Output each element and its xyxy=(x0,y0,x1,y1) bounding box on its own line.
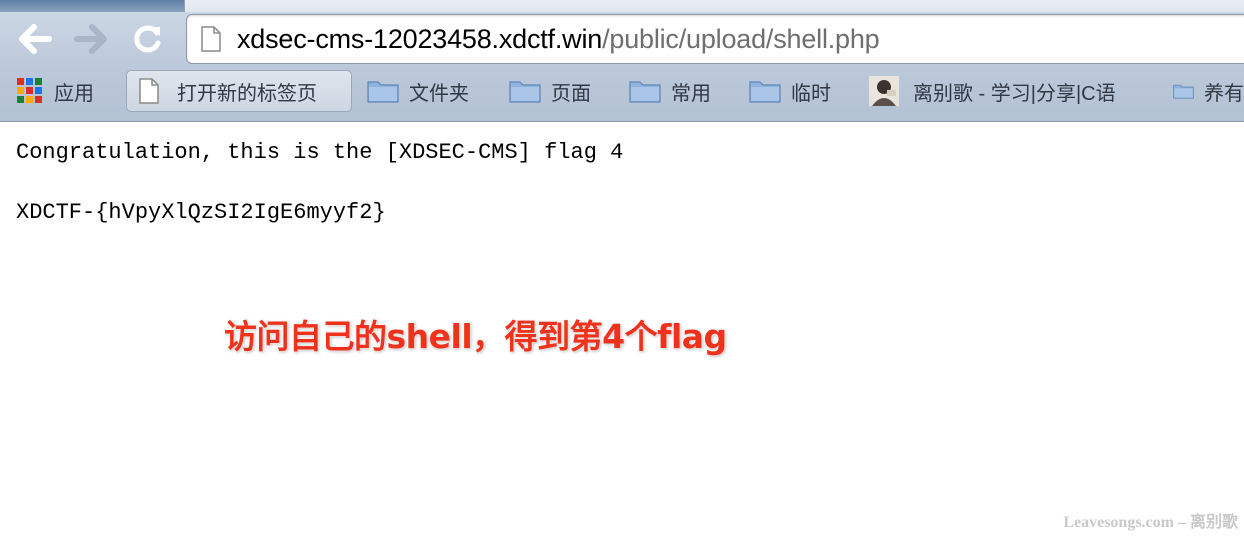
folder-icon xyxy=(749,81,781,103)
folder-icon xyxy=(1173,84,1194,99)
forward-button[interactable] xyxy=(72,20,110,58)
reload-button[interactable] xyxy=(129,20,167,58)
bookmark-site-leavesongs[interactable]: 离别歌 - 学习|分享|C语 xyxy=(869,70,1141,112)
url-host: xdsec-cms-12023458.xdctf.win xyxy=(237,24,603,54)
bookmark-label: 应用 xyxy=(54,82,94,105)
page-icon xyxy=(139,78,159,104)
page-icon xyxy=(201,26,221,52)
bookmarks-bar: 应用 打开新的标签页 文件夹 页面 常用 临时 离别歌 - 学习|分享|C语 养… xyxy=(0,68,1244,116)
bookmark-label: 打开新的标签页 xyxy=(177,82,317,105)
annotation-text: 访问自己的shell，得到第4个flag xyxy=(224,317,727,356)
back-button[interactable] xyxy=(16,20,54,58)
url-text[interactable]: xdsec-cms-12023458.xdctf.win/public/uplo… xyxy=(237,22,880,56)
bookmark-label: 文件夹 xyxy=(409,82,469,105)
site-favicon xyxy=(869,76,899,106)
forward-arrow-icon xyxy=(74,24,107,54)
watermark: Leavesongs.com – 离别歌 xyxy=(1063,514,1238,531)
bookmark-folder-files[interactable]: 文件夹 xyxy=(367,70,469,112)
apps-grid-icon xyxy=(17,78,42,103)
page-body: Congratulation, this is the [XDSEC-CMS] … xyxy=(16,138,623,228)
bookmark-label: 临时 xyxy=(791,82,831,105)
bookmark-folder-temp[interactable]: 临时 xyxy=(749,70,831,112)
url-path: /public/upload/shell.php xyxy=(602,24,880,54)
browser-toolbar: xdsec-cms-12023458.xdctf.win/public/uplo… xyxy=(0,0,1244,122)
bookmark-folder-common[interactable]: 常用 xyxy=(629,70,711,112)
bookmark-folder-pages[interactable]: 页面 xyxy=(509,70,591,112)
folder-icon xyxy=(367,81,399,103)
bookmark-apps[interactable]: 应用 xyxy=(16,70,94,112)
back-arrow-icon xyxy=(19,24,52,54)
reload-icon xyxy=(134,25,161,53)
bookmark-label: 页面 xyxy=(551,82,591,105)
bookmark-label: 养有 xyxy=(1204,82,1244,105)
folder-icon xyxy=(509,81,541,103)
active-tab-edge[interactable] xyxy=(184,0,1244,12)
bookmark-label: 离别歌 - 学习|分享|C语 xyxy=(913,82,1116,105)
folder-icon xyxy=(629,81,661,103)
bookmark-label: 常用 xyxy=(671,82,711,105)
bookmark-folder-more[interactable]: 养有 xyxy=(1173,70,1244,112)
address-bar[interactable]: xdsec-cms-12023458.xdctf.win/public/uplo… xyxy=(186,14,1244,64)
flag-text: XDCTF-{hVpyXlQzSI2IgE6myyf2} xyxy=(16,200,386,225)
bookmark-new-tab[interactable]: 打开新的标签页 xyxy=(126,70,352,112)
congratulation-text: Congratulation, this is the [XDSEC-CMS] … xyxy=(16,140,624,165)
